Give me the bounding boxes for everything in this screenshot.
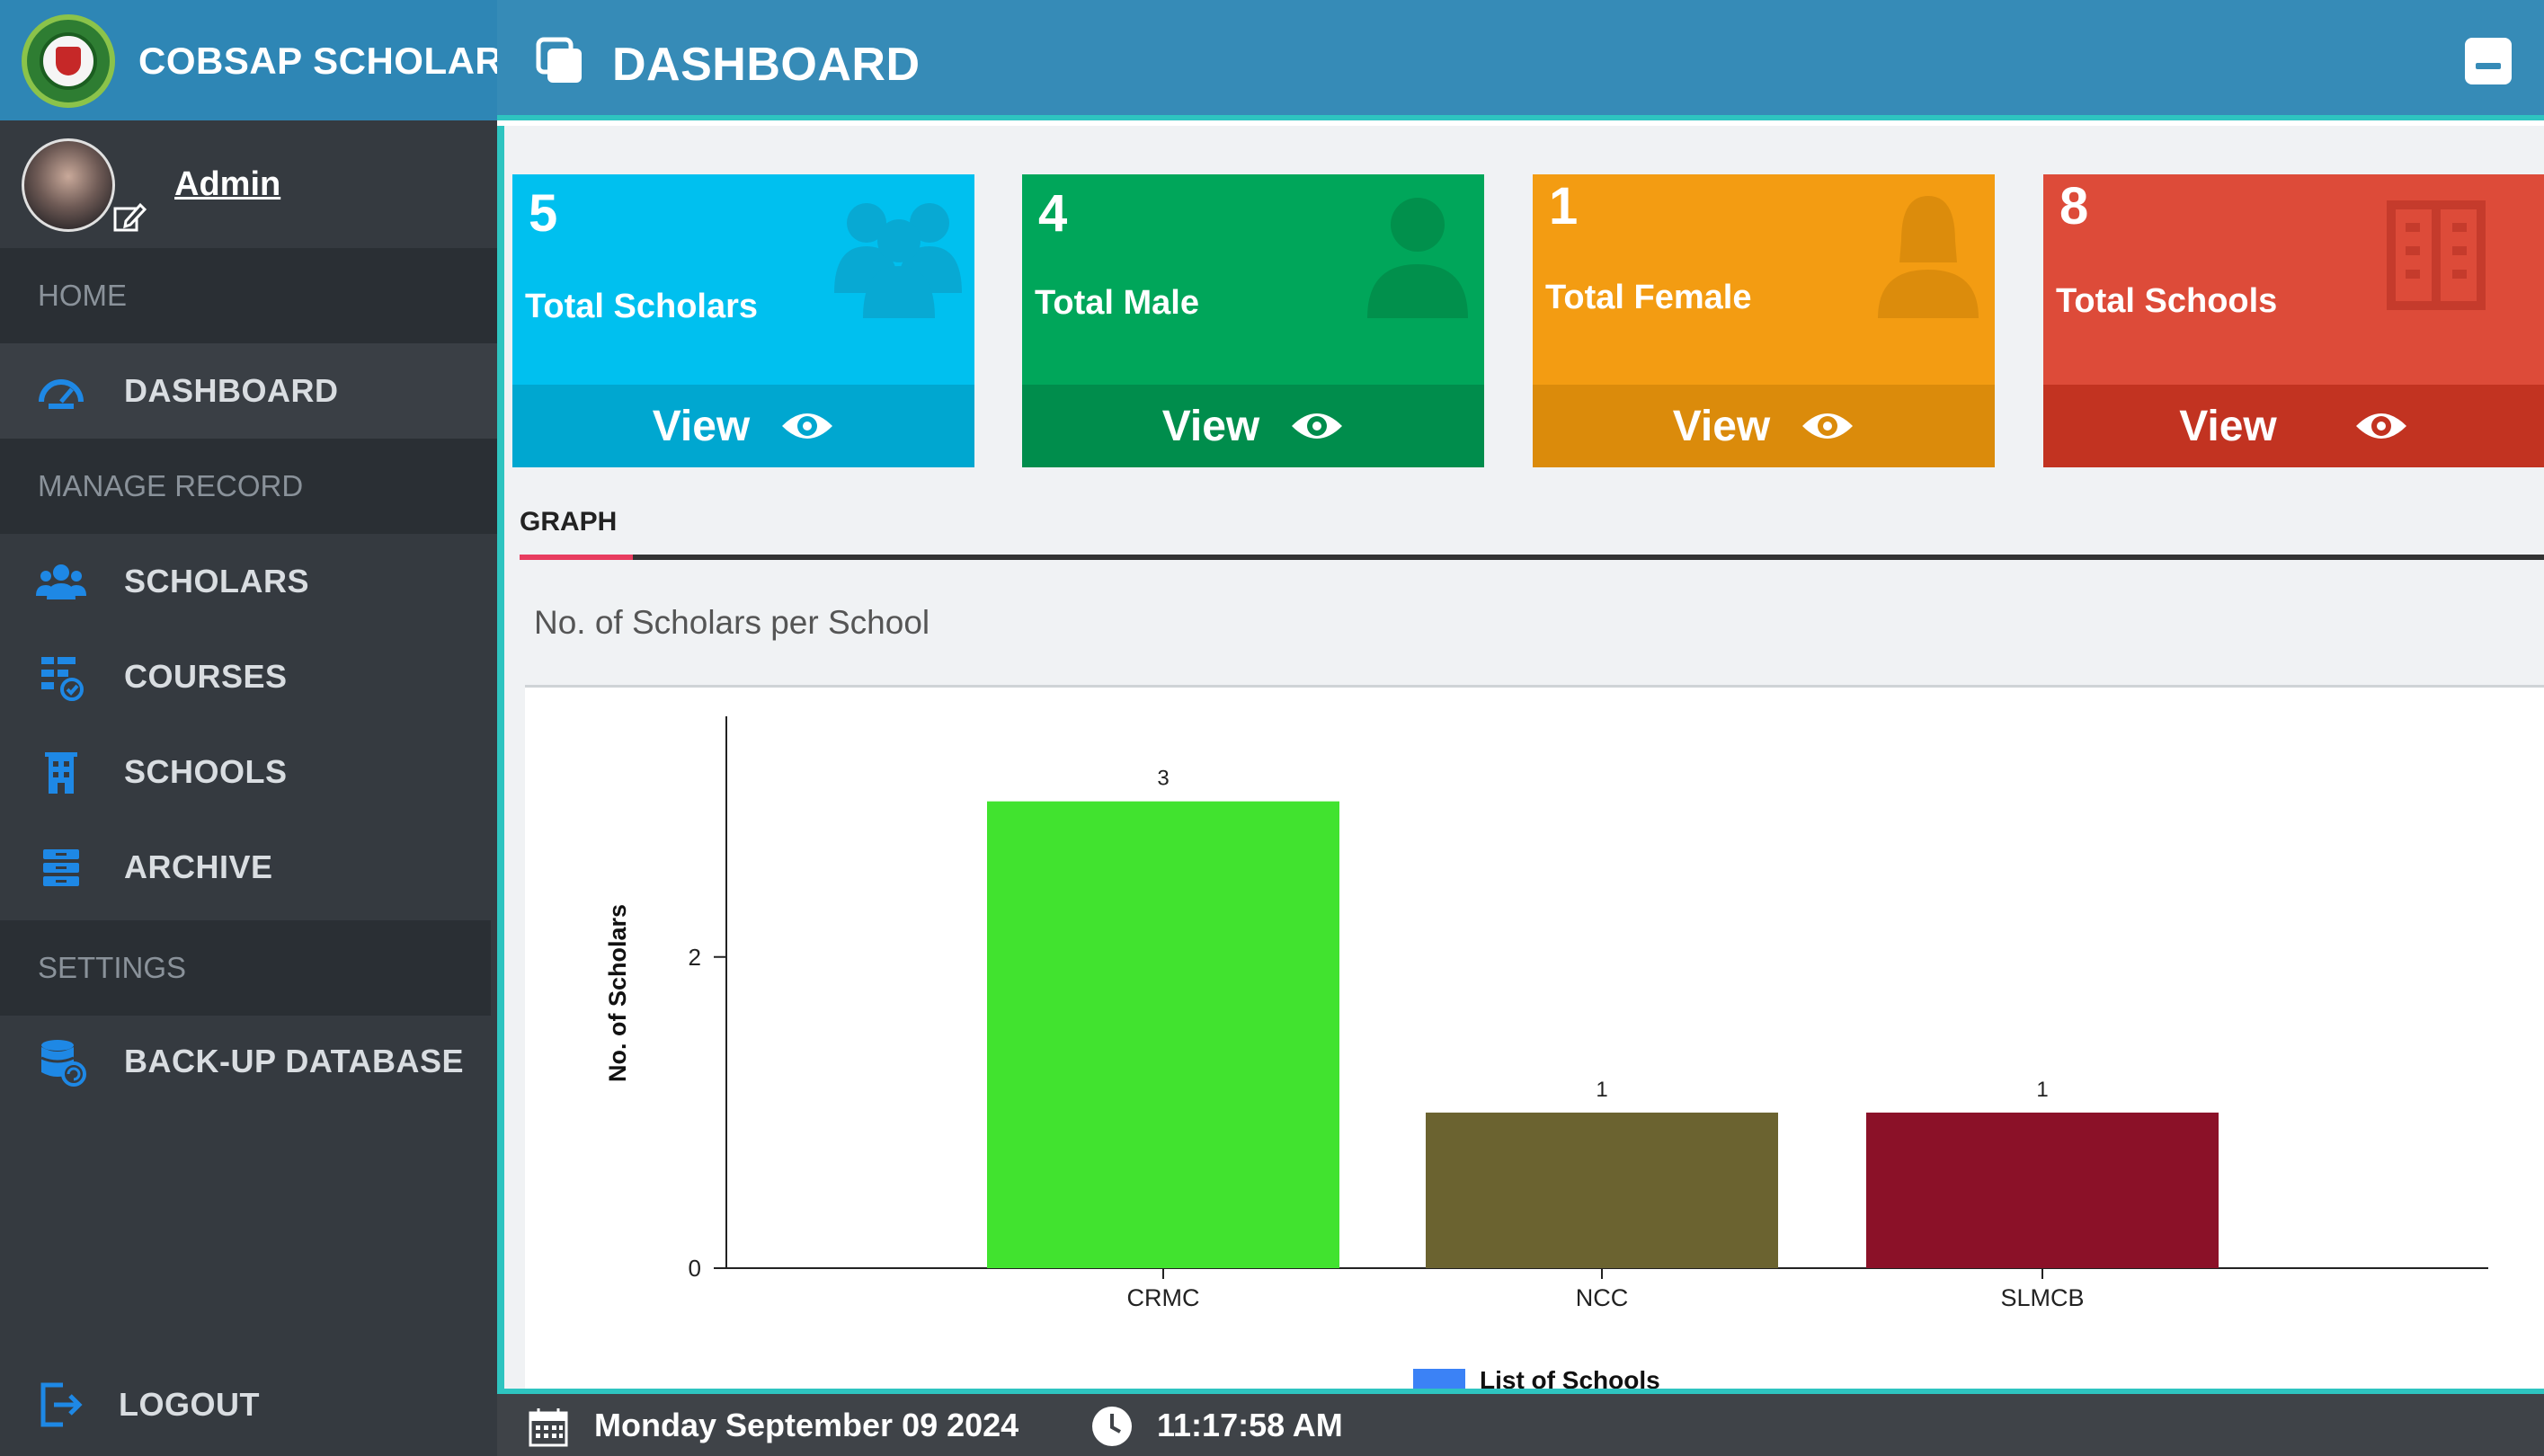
eye-icon	[782, 413, 833, 439]
logout-icon	[40, 1382, 83, 1427]
y-axis-label: No. of Scholars	[604, 904, 631, 1082]
card-count: 8	[2059, 177, 2089, 235]
building-icon	[45, 752, 77, 794]
avatar[interactable]	[22, 138, 115, 232]
view-female-button[interactable]: View	[1533, 385, 1995, 467]
tab-active-indicator	[520, 555, 633, 560]
card-count: 1	[1549, 177, 1579, 235]
chart-title: No. of Scholars per School	[534, 604, 930, 641]
minimize-button[interactable]	[2465, 38, 2512, 84]
status-bar: Monday September 09 2024 11:17:58 AM	[497, 1389, 2544, 1456]
dashboard-gauge-icon	[39, 379, 84, 409]
archive-icon	[43, 849, 79, 886]
eye-icon	[1802, 413, 1854, 439]
sidebar-item-scholars[interactable]: SCHOLARS	[0, 534, 497, 629]
view-scholars-button[interactable]: View	[512, 385, 974, 467]
school-building-icon	[2387, 200, 2486, 310]
view-label: View	[652, 402, 751, 450]
sidebar: COBSAP SCHOLAR Admin HOME DASHBOARD MANA…	[0, 0, 503, 1456]
view-male-button[interactable]: View	[1022, 385, 1484, 467]
y-tick-label: 2	[689, 944, 701, 971]
card-total-male: 4 Total Male View	[1022, 174, 1484, 467]
users-icon	[36, 564, 86, 599]
card-label: Total Female	[1545, 279, 1752, 316]
current-time: 11:17:58 AM	[1157, 1407, 1343, 1443]
current-date: Monday September 09 2024	[594, 1407, 1019, 1443]
card-label: Total Scholars	[525, 288, 759, 325]
sidebar-item-courses[interactable]: COURSES	[0, 629, 497, 724]
eye-icon	[2355, 413, 2406, 439]
bar-slmcb	[1866, 1112, 2219, 1268]
legend-swatch	[1413, 1369, 1465, 1389]
top-bar: DASHBOARD	[497, 0, 2544, 120]
y-tick-label: 0	[689, 1255, 701, 1282]
view-schools-button[interactable]: View	[2043, 385, 2544, 467]
brand-bar: COBSAP SCHOLAR	[0, 0, 503, 120]
card-total-scholars: 5 Total Scholars View	[512, 174, 974, 467]
clock-icon	[1092, 1407, 1132, 1446]
sidebar-item-label: SCHOLARS	[124, 563, 310, 599]
user-panel: Admin	[0, 120, 497, 248]
page-title: DASHBOARD	[612, 39, 921, 91]
view-label: View	[2179, 402, 2277, 450]
database-backup-icon	[40, 1040, 86, 1087]
x-tick-label: SLMCB	[2000, 1284, 2084, 1311]
sidebar-item-label: COURSES	[124, 658, 288, 695]
sidebar-item-archive[interactable]: ARCHIVE	[0, 820, 497, 915]
tab-graph[interactable]: GRAPH	[520, 507, 617, 537]
edit-profile-icon[interactable]	[111, 200, 147, 235]
logout-label: LOGOUT	[119, 1386, 260, 1423]
sidebar-item-label: BACK-UP DATABASE	[124, 1043, 465, 1079]
sidebar-item-label: SCHOOLS	[124, 753, 288, 790]
card-label: Total Schools	[2056, 282, 2278, 320]
male-icon	[1367, 198, 1468, 318]
view-label: View	[1672, 402, 1771, 450]
legend-label: List of Schools	[1480, 1366, 1660, 1389]
sidebar-item-backup-database[interactable]: BACK-UP DATABASE	[0, 1014, 497, 1109]
x-tick-label: NCC	[1576, 1284, 1629, 1311]
data-label: 3	[1157, 767, 1169, 791]
calendar-icon	[529, 1408, 568, 1447]
nav-section-manage-record: MANAGE RECORD	[0, 439, 497, 534]
sidebar-item-schools[interactable]: SCHOOLS	[0, 724, 497, 820]
logout-button[interactable]: LOGOUT	[0, 1357, 497, 1452]
card-label: Total Male	[1035, 284, 1199, 322]
user-name-link[interactable]: Admin	[174, 165, 280, 204]
dashboard-copy-icon	[536, 37, 582, 83]
card-count: 4	[1038, 184, 1068, 243]
sidebar-item-dashboard[interactable]: DASHBOARD	[0, 343, 497, 439]
view-label: View	[1161, 402, 1260, 450]
app-title: COBSAP SCHOLAR	[138, 40, 503, 82]
data-label: 1	[1596, 1078, 1607, 1102]
bar-chart: 0 2 No. of Scholars 3 CRMC 1 NCC 1 SLMCB List of …	[604, 716, 2488, 1389]
sidebar-item-label: DASHBOARD	[124, 372, 339, 409]
bar-ncc	[1426, 1112, 1778, 1268]
female-icon	[1878, 196, 1979, 318]
group-icon	[834, 203, 962, 318]
eye-icon	[1292, 413, 1343, 439]
nav-section-home: HOME	[0, 248, 497, 343]
card-total-schools: 8 Total Schools View	[2043, 174, 2544, 467]
tab-divider	[520, 555, 2544, 560]
data-label: 1	[2036, 1078, 2048, 1102]
sidebar-item-label: ARCHIVE	[124, 848, 273, 885]
seal-logo-icon	[22, 14, 115, 108]
nav-section-settings: SETTINGS	[0, 920, 491, 1016]
card-count: 5	[529, 184, 558, 243]
card-total-female: 1 Total Female View	[1533, 174, 1995, 467]
courses-icon	[41, 657, 84, 701]
bar-crmc	[987, 801, 1339, 1268]
x-tick-label: CRMC	[1127, 1284, 1200, 1311]
